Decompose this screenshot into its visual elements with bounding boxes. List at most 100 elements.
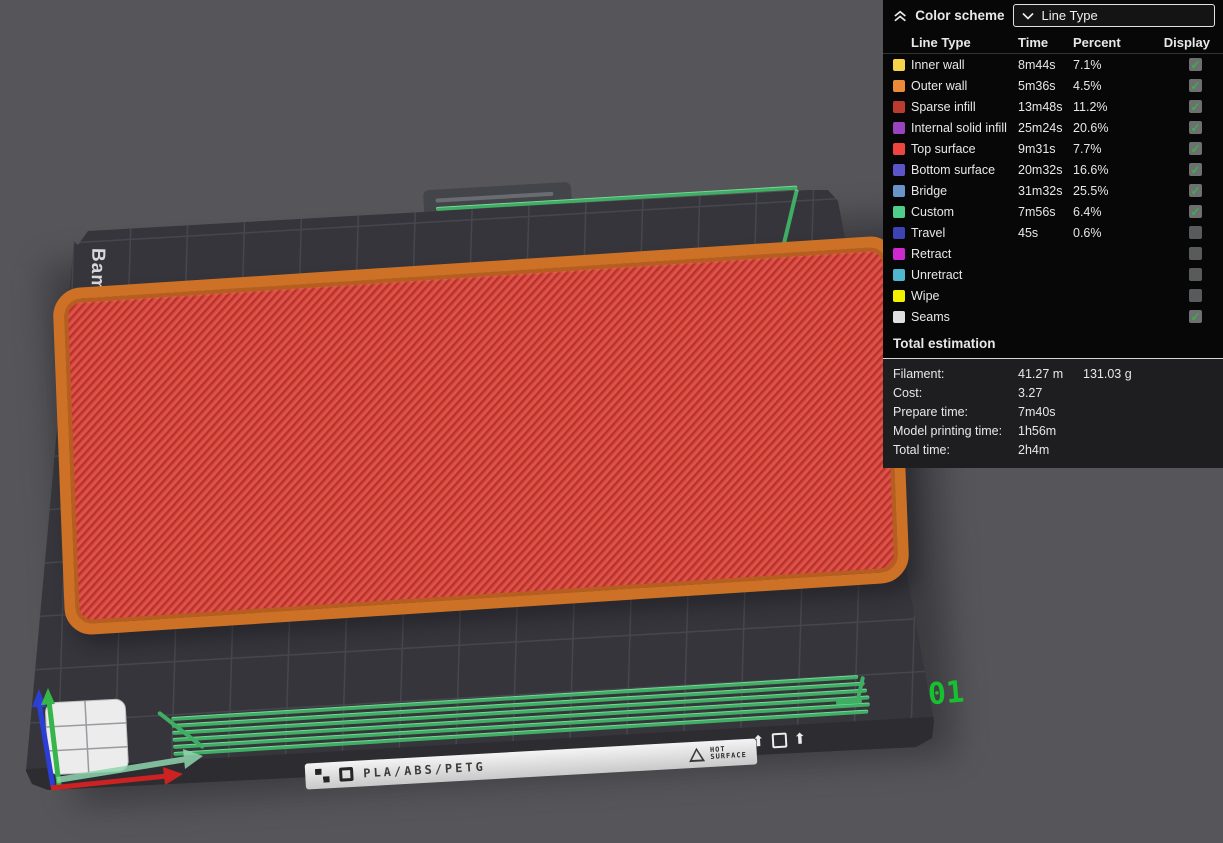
line-type-percent: 7.1% bbox=[1073, 57, 1102, 72]
line-type-color-swatch bbox=[893, 310, 905, 323]
estimation-value: 1h56m bbox=[1018, 423, 1057, 438]
line-type-row: Internal solid infill 25m24s 20.6% ✓ bbox=[883, 117, 1223, 138]
plate-material-label: PLA/ABS/PETG bbox=[362, 759, 487, 781]
line-type-row: Custom 7m56s 6.4% ✓ bbox=[883, 201, 1223, 222]
display-checkbox[interactable]: ✓ bbox=[1189, 184, 1202, 198]
estimation-value: 41.27 m bbox=[1018, 366, 1064, 381]
estimation-label: Model printing time: bbox=[893, 423, 1003, 438]
collapse-chevrons-icon[interactable] bbox=[893, 9, 907, 23]
hot-surface-line2: SURFACE bbox=[710, 750, 748, 761]
display-checkbox[interactable]: ✓ bbox=[1189, 163, 1202, 177]
line-type-color-swatch bbox=[893, 184, 905, 197]
line-type-color-swatch bbox=[893, 226, 905, 239]
estimation-row: Cost: 3.27 bbox=[883, 383, 1223, 402]
line-type-time: 13m48s bbox=[1018, 99, 1063, 114]
display-checkbox[interactable] bbox=[1189, 289, 1202, 302]
display-checkbox[interactable]: ✓ bbox=[1189, 205, 1202, 219]
estimation-row: Total time: 2h4m bbox=[883, 440, 1223, 459]
estimation-row: Model printing time: 1h56m bbox=[883, 421, 1223, 440]
line-type-label: Wipe bbox=[911, 288, 940, 303]
line-type-color-swatch bbox=[893, 289, 905, 302]
line-type-percent: 20.6% bbox=[1073, 120, 1109, 135]
line-type-percent: 0.6% bbox=[1073, 225, 1102, 240]
line-type-percent: 11.2% bbox=[1073, 99, 1108, 114]
plate-number-label[interactable]: 01 bbox=[927, 674, 966, 712]
line-type-row: Sparse infill 13m48s 11.2% ✓ bbox=[883, 96, 1223, 117]
line-type-label: Outer wall bbox=[911, 78, 968, 93]
table-column-headers: Line Type Time Percent Display bbox=[883, 31, 1223, 54]
view-type-selected: Line Type bbox=[1041, 8, 1098, 23]
estimation-row: Filament: 41.27 m 131.03 g bbox=[883, 364, 1223, 383]
line-type-row: Bridge 31m32s 25.5% ✓ bbox=[883, 180, 1223, 201]
line-type-row: Outer wall 5m36s 4.5% ✓ bbox=[883, 75, 1223, 96]
line-type-time: 45s bbox=[1018, 225, 1039, 240]
line-type-row: Unretract bbox=[883, 264, 1223, 285]
line-type-color-swatch bbox=[893, 142, 905, 155]
arrow-up-icon: ⬆ bbox=[793, 730, 807, 749]
estimation-label: Cost: bbox=[893, 385, 923, 400]
line-type-time: 5m36s bbox=[1018, 78, 1056, 93]
display-checkbox[interactable] bbox=[1189, 247, 1202, 260]
line-type-percent: 6.4% bbox=[1073, 204, 1102, 219]
arrow-up-icon: ⬆ bbox=[751, 732, 766, 751]
display-checkbox[interactable]: ✓ bbox=[1189, 58, 1202, 72]
line-type-label: Inner wall bbox=[911, 57, 965, 72]
square-icon bbox=[771, 732, 787, 748]
line-type-label: Top surface bbox=[911, 141, 976, 156]
line-type-color-swatch bbox=[893, 268, 905, 281]
panel-header: Color scheme Line Type bbox=[883, 0, 1223, 31]
line-type-label: Internal solid infill bbox=[911, 120, 1007, 135]
line-type-percent: 7.7% bbox=[1073, 141, 1102, 156]
line-type-time: 20m32s bbox=[1018, 162, 1063, 177]
line-type-label: Bridge bbox=[911, 183, 948, 198]
col-percent: Percent bbox=[1073, 34, 1121, 50]
line-type-row: Top surface 9m31s 7.7% ✓ bbox=[883, 138, 1223, 159]
panel-title: Color scheme bbox=[915, 8, 1005, 23]
display-checkbox[interactable] bbox=[1189, 268, 1202, 281]
line-type-time: 31m32s bbox=[1018, 183, 1063, 198]
display-checkbox[interactable] bbox=[1189, 226, 1202, 239]
line-type-time: 25m24s bbox=[1018, 120, 1063, 135]
estimation-value-secondary: 131.03 g bbox=[1083, 366, 1132, 381]
line-type-time: 8m44s bbox=[1018, 57, 1056, 72]
line-type-color-swatch bbox=[893, 121, 905, 134]
line-type-color-swatch bbox=[893, 205, 905, 218]
warning-triangle-icon bbox=[688, 747, 706, 763]
line-type-color-swatch bbox=[893, 58, 905, 71]
view-type-dropdown[interactable]: Line Type bbox=[1012, 4, 1215, 27]
display-checkbox[interactable]: ✓ bbox=[1189, 121, 1202, 135]
display-checkbox[interactable]: ✓ bbox=[1189, 310, 1202, 324]
estimation-label: Filament: bbox=[893, 366, 945, 381]
line-type-label: Custom bbox=[911, 204, 955, 219]
line-type-color-swatch bbox=[893, 79, 905, 92]
sliced-model-preview[interactable] bbox=[52, 234, 910, 637]
line-type-row: Inner wall 8m44s 7.1% ✓ bbox=[883, 54, 1223, 75]
line-type-label: Retract bbox=[911, 246, 952, 261]
line-type-time: 9m31s bbox=[1018, 141, 1056, 156]
qr-code-icon bbox=[338, 766, 354, 782]
total-estimation-title: Total estimation bbox=[893, 336, 996, 351]
line-type-row: Wipe bbox=[883, 285, 1223, 306]
display-checkbox[interactable]: ✓ bbox=[1189, 142, 1202, 156]
estimation-value: 7m40s bbox=[1018, 404, 1056, 419]
line-type-row: Travel 45s 0.6% bbox=[883, 222, 1223, 243]
line-type-row: Seams ✓ bbox=[883, 306, 1223, 327]
line-type-table-body: Inner wall 8m44s 7.1% ✓ Outer wall 5m36s 4.5% ✓… bbox=[883, 54, 1223, 327]
display-checkbox[interactable]: ✓ bbox=[1189, 79, 1202, 93]
estimation-label: Total time: bbox=[893, 442, 950, 457]
dots-icon bbox=[314, 768, 330, 784]
chevron-down-icon bbox=[1021, 12, 1034, 20]
col-line-type: Line Type bbox=[911, 34, 971, 50]
display-checkbox[interactable]: ✓ bbox=[1189, 100, 1202, 114]
col-time: Time bbox=[1018, 34, 1049, 50]
line-type-percent: 16.6% bbox=[1073, 162, 1109, 177]
line-type-time: 7m56s bbox=[1018, 204, 1056, 219]
color-scheme-panel: Color scheme Line Type Line Type Time Pe… bbox=[883, 0, 1223, 468]
estimation-value: 3.27 bbox=[1018, 385, 1043, 400]
line-type-label: Travel bbox=[911, 225, 946, 240]
plate-orientation-icons: ⬆ ⬆ bbox=[752, 730, 807, 751]
hot-surface-warning: HOT SURFACE bbox=[688, 745, 748, 763]
col-display: Display bbox=[1163, 34, 1210, 50]
line-type-row: Bottom surface 20m32s 16.6% ✓ bbox=[883, 159, 1223, 180]
estimation-row: Prepare time: 7m40s bbox=[883, 402, 1223, 421]
